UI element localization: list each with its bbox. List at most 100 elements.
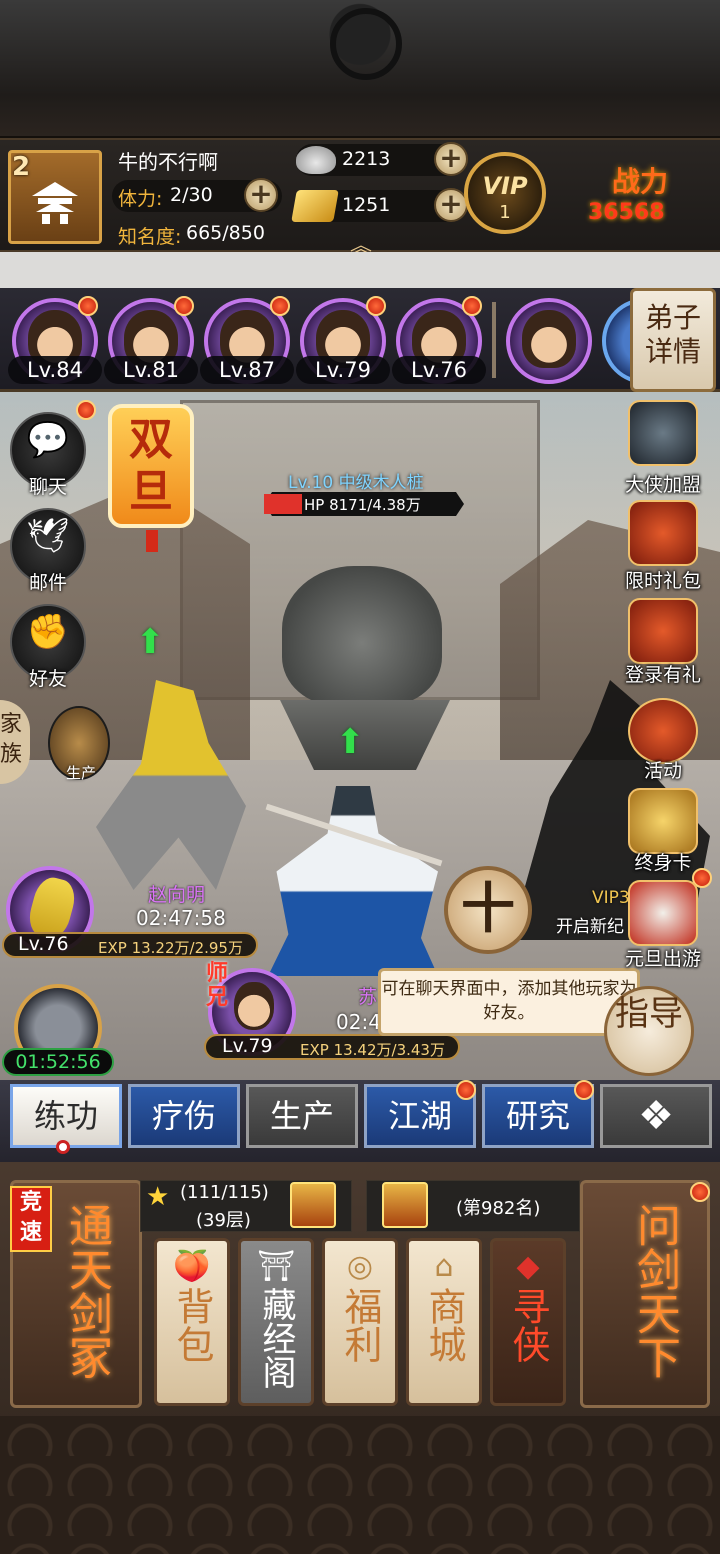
player-name: 牛的不行啊 <box>118 150 218 174</box>
pagoda-icon: ⛩ <box>256 1249 296 1284</box>
shop-icon: ⌂ <box>434 1249 454 1284</box>
add-stamina-button[interactable]: + <box>244 178 278 212</box>
level-up-arrow-icon: ⬆ <box>336 722 365 762</box>
stamina-label: 体力: <box>118 188 163 210</box>
gift-box-icon[interactable] <box>290 1182 336 1228</box>
silver-ingot-icon <box>296 146 336 174</box>
dove-icon: 🕊 <box>26 516 70 556</box>
team-hero-5[interactable]: Lv.76 <box>392 296 486 384</box>
red-seal-icon: ◆ <box>516 1249 540 1284</box>
rank-text: (第982名) <box>456 1198 541 1219</box>
notification-dot <box>174 296 194 316</box>
fame-value: 665/850 <box>186 222 265 244</box>
login-gift-label[interactable]: 登录有礼 <box>608 660 718 687</box>
handshake-icon: ✊ <box>26 612 70 652</box>
tip-bubble: 可在聊天界面中，添加其他玩家为好友。 <box>378 968 640 1036</box>
fame-label: 知名度: <box>118 226 182 248</box>
ally-name: 苏 <box>358 986 378 1008</box>
gold-ingot-icon <box>291 190 339 222</box>
shop-label: 商城 <box>422 1287 466 1363</box>
newyear-trip-label[interactable]: 元旦出游 <box>608 944 718 971</box>
vip-text: VIP <box>482 172 528 200</box>
enemy-hp-fill <box>264 494 302 514</box>
clan-label: 家族 <box>0 712 22 767</box>
add-silver-button[interactable]: + <box>434 142 468 176</box>
header-divider <box>0 252 720 288</box>
team-divider <box>492 302 496 378</box>
guard-timer: 01:52:56 <box>2 1048 114 1076</box>
ally-name: 赵向明 <box>148 884 206 906</box>
stamina-value: 2/30 <box>170 184 213 206</box>
team-hero-3[interactable]: Lv.87 <box>200 296 294 384</box>
reserve-hero-2[interactable] <box>602 298 632 384</box>
tab-produce[interactable]: 生产 <box>246 1084 358 1148</box>
notification-dot <box>574 1080 594 1100</box>
notification-dot <box>78 296 98 316</box>
silver-value: 2213 <box>342 148 391 170</box>
wave-pattern <box>0 1416 720 1554</box>
treasure-chest-icon[interactable] <box>628 598 698 664</box>
training-dummy-toad[interactable] <box>282 566 442 706</box>
mail-label: 邮件 <box>28 572 67 594</box>
roof-ornament <box>310 0 410 86</box>
player-level: 2 <box>12 152 31 182</box>
bag-label: 背包 <box>170 1287 214 1363</box>
friends-label: 好友 <box>28 668 67 690</box>
vip-level: 1 <box>499 202 511 223</box>
welfare-label: 福利 <box>338 1287 382 1363</box>
notification-dot <box>462 296 482 316</box>
attack-target-button[interactable]: 十 <box>444 866 532 954</box>
gift-box-icon[interactable] <box>382 1182 428 1228</box>
hero-level: Lv.87 <box>200 356 294 384</box>
tab-active-marker <box>56 1140 70 1154</box>
chat-bubble-icon: 💬 <box>26 420 70 460</box>
limited-gift-label[interactable]: 限时礼包 <box>608 566 718 593</box>
team-hero-1[interactable]: Lv.84 <box>8 296 102 384</box>
ally-timer: 02:47:58 <box>136 906 226 930</box>
ally-level: Lv.76 <box>18 933 69 955</box>
notification-dot <box>270 296 290 316</box>
tab-practice[interactable]: 练功 <box>10 1084 122 1148</box>
shop-button[interactable]: ⌂ 商城 <box>406 1238 482 1406</box>
ally-level: Lv.79 <box>222 1035 273 1057</box>
lantern-tassel <box>146 530 158 552</box>
pvp-card-label: 问剑天下 <box>629 1203 680 1379</box>
combat-power-value: 36568 <box>588 200 665 225</box>
hero-level: Lv.84 <box>8 356 102 384</box>
reserve-hero-1[interactable] <box>506 298 592 384</box>
notification-dot <box>366 296 386 316</box>
vip-promo-label: VIP3 <box>592 888 630 908</box>
lantern-icon[interactable] <box>628 698 698 764</box>
produce-shortcut-label: 生产 <box>66 764 97 782</box>
hero-level: Lv.79 <box>296 356 390 384</box>
helmet-icon[interactable] <box>628 400 698 466</box>
compete-tag: 竞速 <box>10 1186 52 1252</box>
newyear-event-button[interactable]: 双旦 <box>108 404 194 528</box>
peach-icon: 🍑 <box>173 1249 211 1284</box>
team-hero-4[interactable]: Lv.79 <box>296 296 390 384</box>
bag-button[interactable]: 🍑 背包 <box>154 1238 230 1406</box>
gift-scroll-icon[interactable] <box>628 500 698 566</box>
add-gold-button[interactable]: + <box>434 188 468 222</box>
guide-button[interactable]: 指导 <box>604 986 694 1076</box>
star-icon: ★ <box>146 1182 170 1212</box>
gold-card-icon[interactable] <box>628 788 698 854</box>
library-label: 藏经阁 <box>256 1287 296 1389</box>
pagoda-icon <box>32 182 78 224</box>
welfare-button[interactable]: ◎ 福利 <box>322 1238 398 1406</box>
lion-dance-icon[interactable] <box>628 880 698 946</box>
hero-join-label[interactable]: 大侠加盟 <box>608 470 718 497</box>
tower-floor: (39层) <box>196 1210 251 1231</box>
disciple-details-button[interactable]: 弟子详情 <box>630 288 716 392</box>
tab-more[interactable]: ❖ <box>600 1084 712 1148</box>
activity-label[interactable]: 活动 <box>608 756 718 783</box>
chat-label: 聊天 <box>28 476 67 498</box>
ally-exp: EXP 13.22万/2.95万 <box>98 939 243 957</box>
seek-hero-button[interactable]: ◆ 寻侠 <box>490 1238 566 1406</box>
tab-heal[interactable]: 疗伤 <box>128 1084 240 1148</box>
ally-timer: 02:4 <box>336 1010 381 1034</box>
hero-portrait-ring <box>602 298 632 384</box>
team-hero-2[interactable]: Lv.81 <box>104 296 198 384</box>
pvp-card[interactable]: 问剑天下 <box>580 1180 710 1408</box>
library-button[interactable]: ⛩ 藏经阁 <box>238 1238 314 1406</box>
